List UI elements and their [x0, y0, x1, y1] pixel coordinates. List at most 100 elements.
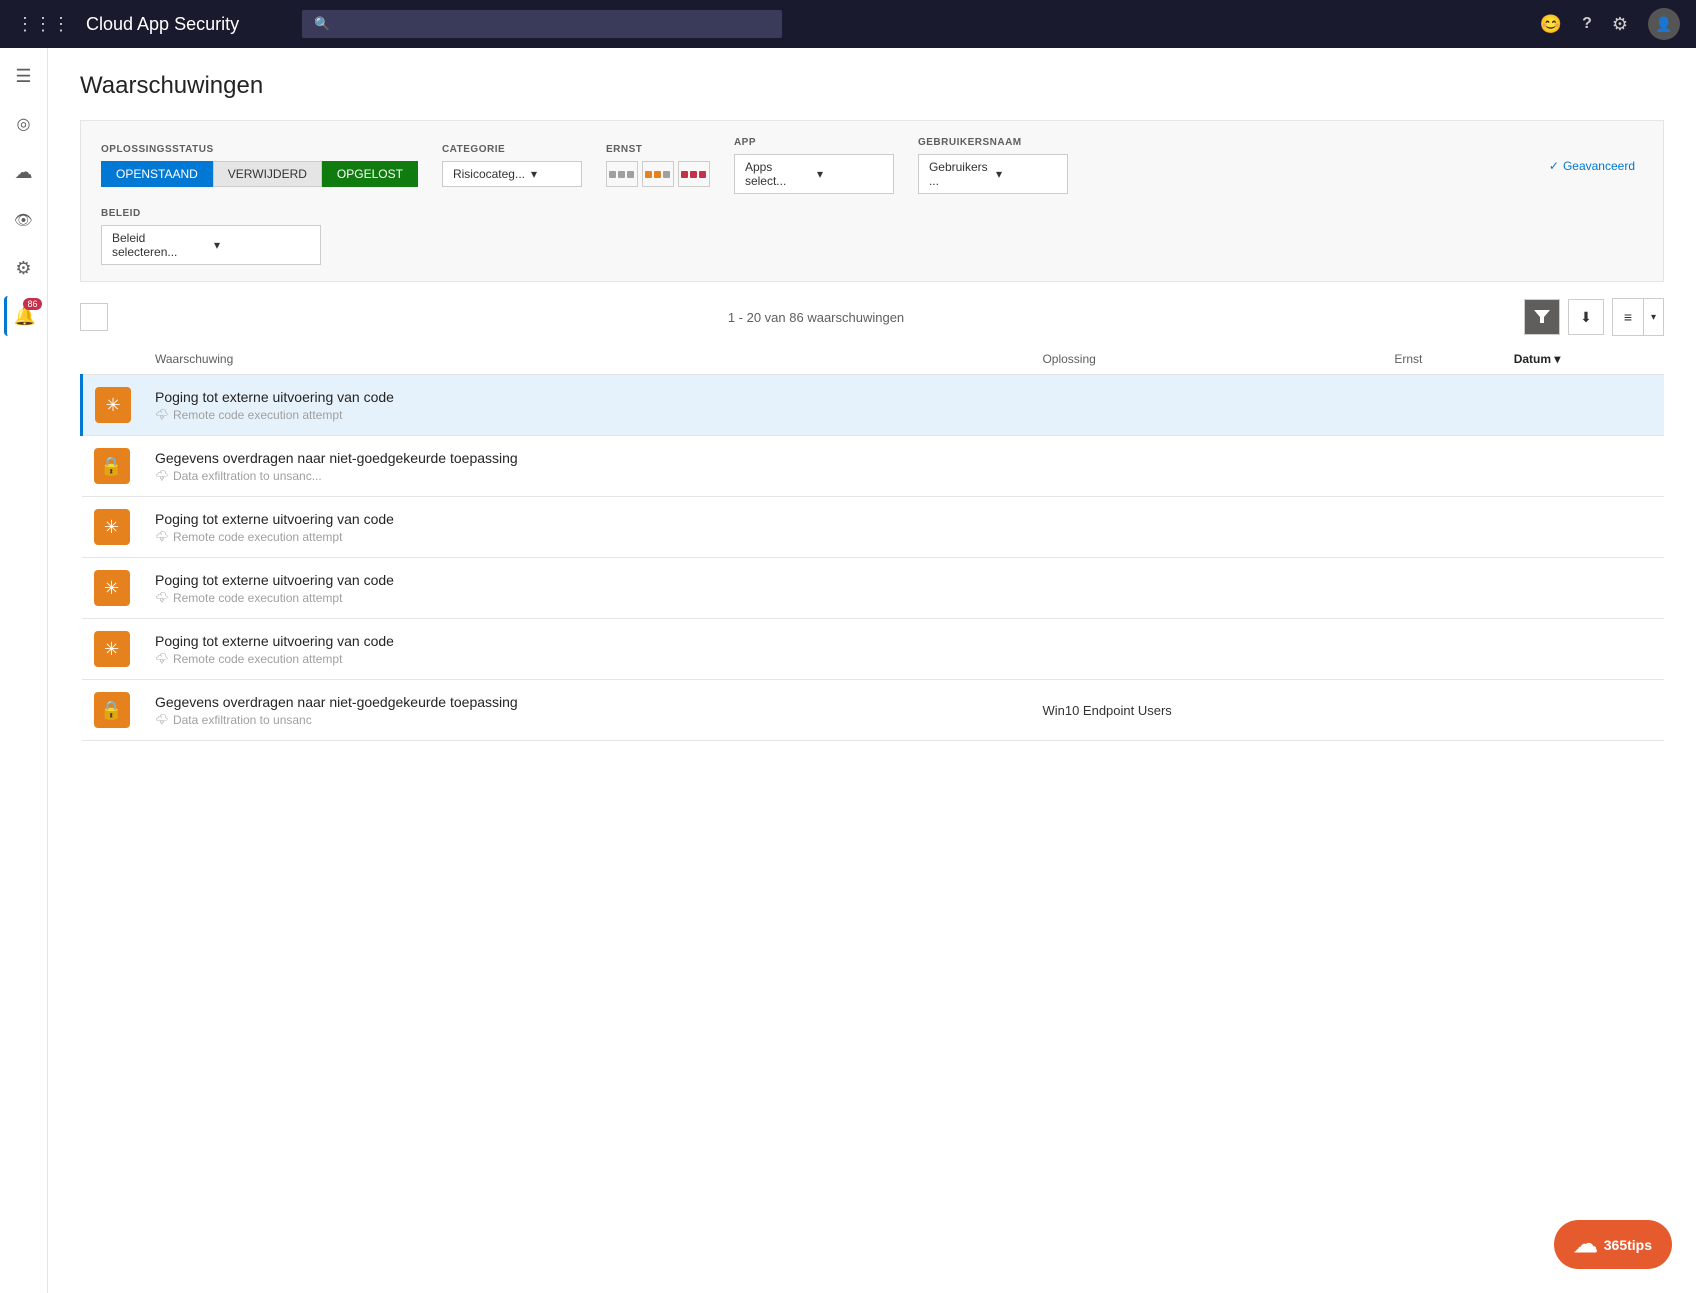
alert-icon-cell: ✳ — [82, 497, 144, 558]
alert-date-cell — [1502, 558, 1664, 619]
branding-label: 365tips — [1604, 1237, 1652, 1253]
view-chevron-icon: ▾ — [1643, 299, 1663, 335]
table-row[interactable]: ✳ Poging tot externe uitvoering van code… — [82, 375, 1665, 436]
search-input[interactable] — [338, 17, 770, 32]
nav-icons: 😊 ? ⚙ 👤 — [1540, 8, 1680, 40]
select-all-checkbox[interactable] — [80, 303, 108, 331]
table-row[interactable]: 🔒 Gegevens overdragen naar niet-goedgeke… — [82, 680, 1665, 741]
dashboard-icon: ◎ — [17, 114, 31, 134]
filter-group-category: CATEGORIE Risicocateg... ▾ — [442, 144, 582, 187]
table-row[interactable]: 🔒 Gegevens overdragen naar niet-goedgeke… — [82, 436, 1665, 497]
sidebar-item-control[interactable]: ⚙ — [4, 248, 44, 288]
cloud-subtitle-icon: 🌩 — [155, 652, 169, 665]
alert-title: Poging tot externe uitvoering van code — [155, 389, 1018, 405]
status-btn-opgelost[interactable]: OPGELOST — [322, 161, 418, 187]
help-icon[interactable]: ? — [1582, 15, 1592, 33]
alert-severity-cell — [1382, 375, 1501, 436]
policy-select[interactable]: Beleid selecteren... ▾ — [101, 225, 321, 265]
filter-group-severity: ERNST — [606, 144, 710, 187]
cloud-subtitle-icon: 🌩 — [155, 469, 169, 482]
username-select[interactable]: Gebruikers ... ▾ — [918, 154, 1068, 194]
alert-resolution-cell — [1030, 558, 1382, 619]
topnav: ⋮⋮⋮ Cloud App Security 🔍 😊 ? ⚙ 👤 — [0, 0, 1696, 48]
app-value: Apps select... — [745, 160, 811, 188]
filter-icon-btn[interactable] — [1524, 299, 1560, 335]
col-icon — [82, 344, 144, 375]
severity-icons — [606, 161, 710, 187]
status-label: OPLOSSINGSSTATUS — [101, 144, 418, 155]
sidebar-item-discover[interactable]: 👁 — [4, 200, 44, 240]
sidebar-item-alerts[interactable]: 🔔 86 — [4, 296, 44, 336]
table-row[interactable]: ✳ Poging tot externe uitvoering van code… — [82, 619, 1665, 680]
alert-severity-cell — [1382, 497, 1501, 558]
alert-resolution-cell — [1030, 375, 1382, 436]
sidebar: ☰ ◎ ☁ 👁 ⚙ 🔔 86 — [0, 48, 48, 1293]
view-split-btn[interactable]: ≡ ▾ — [1612, 298, 1664, 336]
status-btn-verwijderd[interactable]: VERWIJDERD — [213, 161, 322, 187]
alerts-badge: 86 — [23, 298, 41, 310]
sidebar-item-cloud[interactable]: ☁ — [4, 152, 44, 192]
policy-chevron-icon: ▾ — [214, 238, 310, 252]
branding-badge[interactable]: ☁ 365tips — [1554, 1220, 1672, 1269]
alert-title: Gegevens overdragen naar niet-goedgekeur… — [155, 450, 1018, 466]
category-select[interactable]: Risicocateg... ▾ — [442, 161, 582, 187]
filter-row-2: BELEID Beleid selecteren... ▾ — [101, 208, 1643, 265]
alert-subtitle: 🌩 Remote code execution attempt — [155, 530, 1018, 544]
table-row[interactable]: ✳ Poging tot externe uitvoering van code… — [82, 497, 1665, 558]
table-row[interactable]: ✳ Poging tot externe uitvoering van code… — [82, 558, 1665, 619]
alert-icon-cell: ✳ — [82, 619, 144, 680]
status-btn-openstaand[interactable]: OPENSTAAND — [101, 161, 213, 187]
view-icon: ≡ — [1613, 299, 1643, 335]
policy-label: BELEID — [101, 208, 321, 219]
alert-resolution-cell: Win10 Endpoint Users — [1030, 680, 1382, 741]
cloud-nav-icon: ☁ — [15, 162, 33, 183]
severity-low[interactable] — [606, 161, 638, 187]
alert-subtitle: 🌩 Data exfiltration to unsanc... — [155, 469, 1018, 483]
sidebar-item-menu[interactable]: ☰ — [4, 56, 44, 96]
filter-group-policy: BELEID Beleid selecteren... ▾ — [101, 208, 321, 265]
alert-date-cell — [1502, 619, 1664, 680]
settings-icon[interactable]: ⚙ — [1612, 14, 1628, 35]
alert-resolution-cell — [1030, 619, 1382, 680]
control-icon: ⚙ — [15, 258, 31, 279]
category-value: Risicocateg... — [453, 167, 525, 181]
avatar[interactable]: 👤 — [1648, 8, 1680, 40]
filter-group-username: GEBRUIKERSNAAM Gebruikers ... ▾ — [918, 137, 1068, 194]
alert-icon-cell: 🔒 — [82, 680, 144, 741]
grid-icon[interactable]: ⋮⋮⋮ — [16, 14, 70, 35]
checkmark-icon: ✓ — [1549, 159, 1559, 173]
status-buttons: OPENSTAAND VERWIJDERD OPGELOST — [101, 161, 418, 187]
alert-icon: 🔒 — [94, 448, 130, 484]
alert-date-cell — [1502, 497, 1664, 558]
discover-icon: 👁 — [14, 211, 33, 229]
alert-subtitle: 🌩 Remote code execution attempt — [155, 652, 1018, 666]
alert-icon-cell: 🔒 — [82, 436, 144, 497]
alert-title-cell: Gegevens overdragen naar niet-goedgekeur… — [143, 680, 1030, 741]
alert-subtitle: 🌩 Remote code execution attempt — [155, 408, 1018, 422]
advanced-button[interactable]: ✓ Geavanceerd — [1541, 155, 1643, 177]
alert-subtitle: 🌩 Remote code execution attempt — [155, 591, 1018, 605]
category-chevron-icon: ▾ — [531, 167, 571, 181]
sidebar-item-dashboard[interactable]: ◎ — [4, 104, 44, 144]
alert-title: Gegevens overdragen naar niet-goedgekeur… — [155, 694, 1018, 710]
alert-icon: 🔒 — [94, 692, 130, 728]
alert-title: Poging tot externe uitvoering van code — [155, 511, 1018, 527]
download-icon-btn[interactable]: ⬇ — [1568, 299, 1604, 335]
col-warning: Waarschuwing — [143, 344, 1030, 375]
app-select[interactable]: Apps select... ▾ — [734, 154, 894, 194]
app-chevron-icon: ▾ — [817, 167, 883, 181]
alert-title-cell: Poging tot externe uitvoering van code 🌩… — [143, 619, 1030, 680]
alert-title-cell: Poging tot externe uitvoering van code 🌩… — [143, 375, 1030, 436]
smiley-icon[interactable]: 😊 — [1540, 14, 1562, 35]
main-content: Waarschuwingen OPLOSSINGSSTATUS OPENSTAA… — [48, 48, 1696, 1293]
severity-medium[interactable] — [642, 161, 674, 187]
search-bar[interactable]: 🔍 — [302, 10, 782, 38]
table-count: 1 - 20 van 86 waarschuwingen — [116, 310, 1516, 325]
username-label: GEBRUIKERSNAAM — [918, 137, 1068, 148]
menu-icon: ☰ — [15, 66, 31, 87]
alert-title-cell: Poging tot externe uitvoering van code 🌩… — [143, 558, 1030, 619]
col-date[interactable]: Datum ▾ — [1502, 344, 1664, 375]
col-resolution: Oplossing — [1030, 344, 1382, 375]
severity-high[interactable] — [678, 161, 710, 187]
cloud-subtitle-icon: 🌩 — [155, 530, 169, 543]
